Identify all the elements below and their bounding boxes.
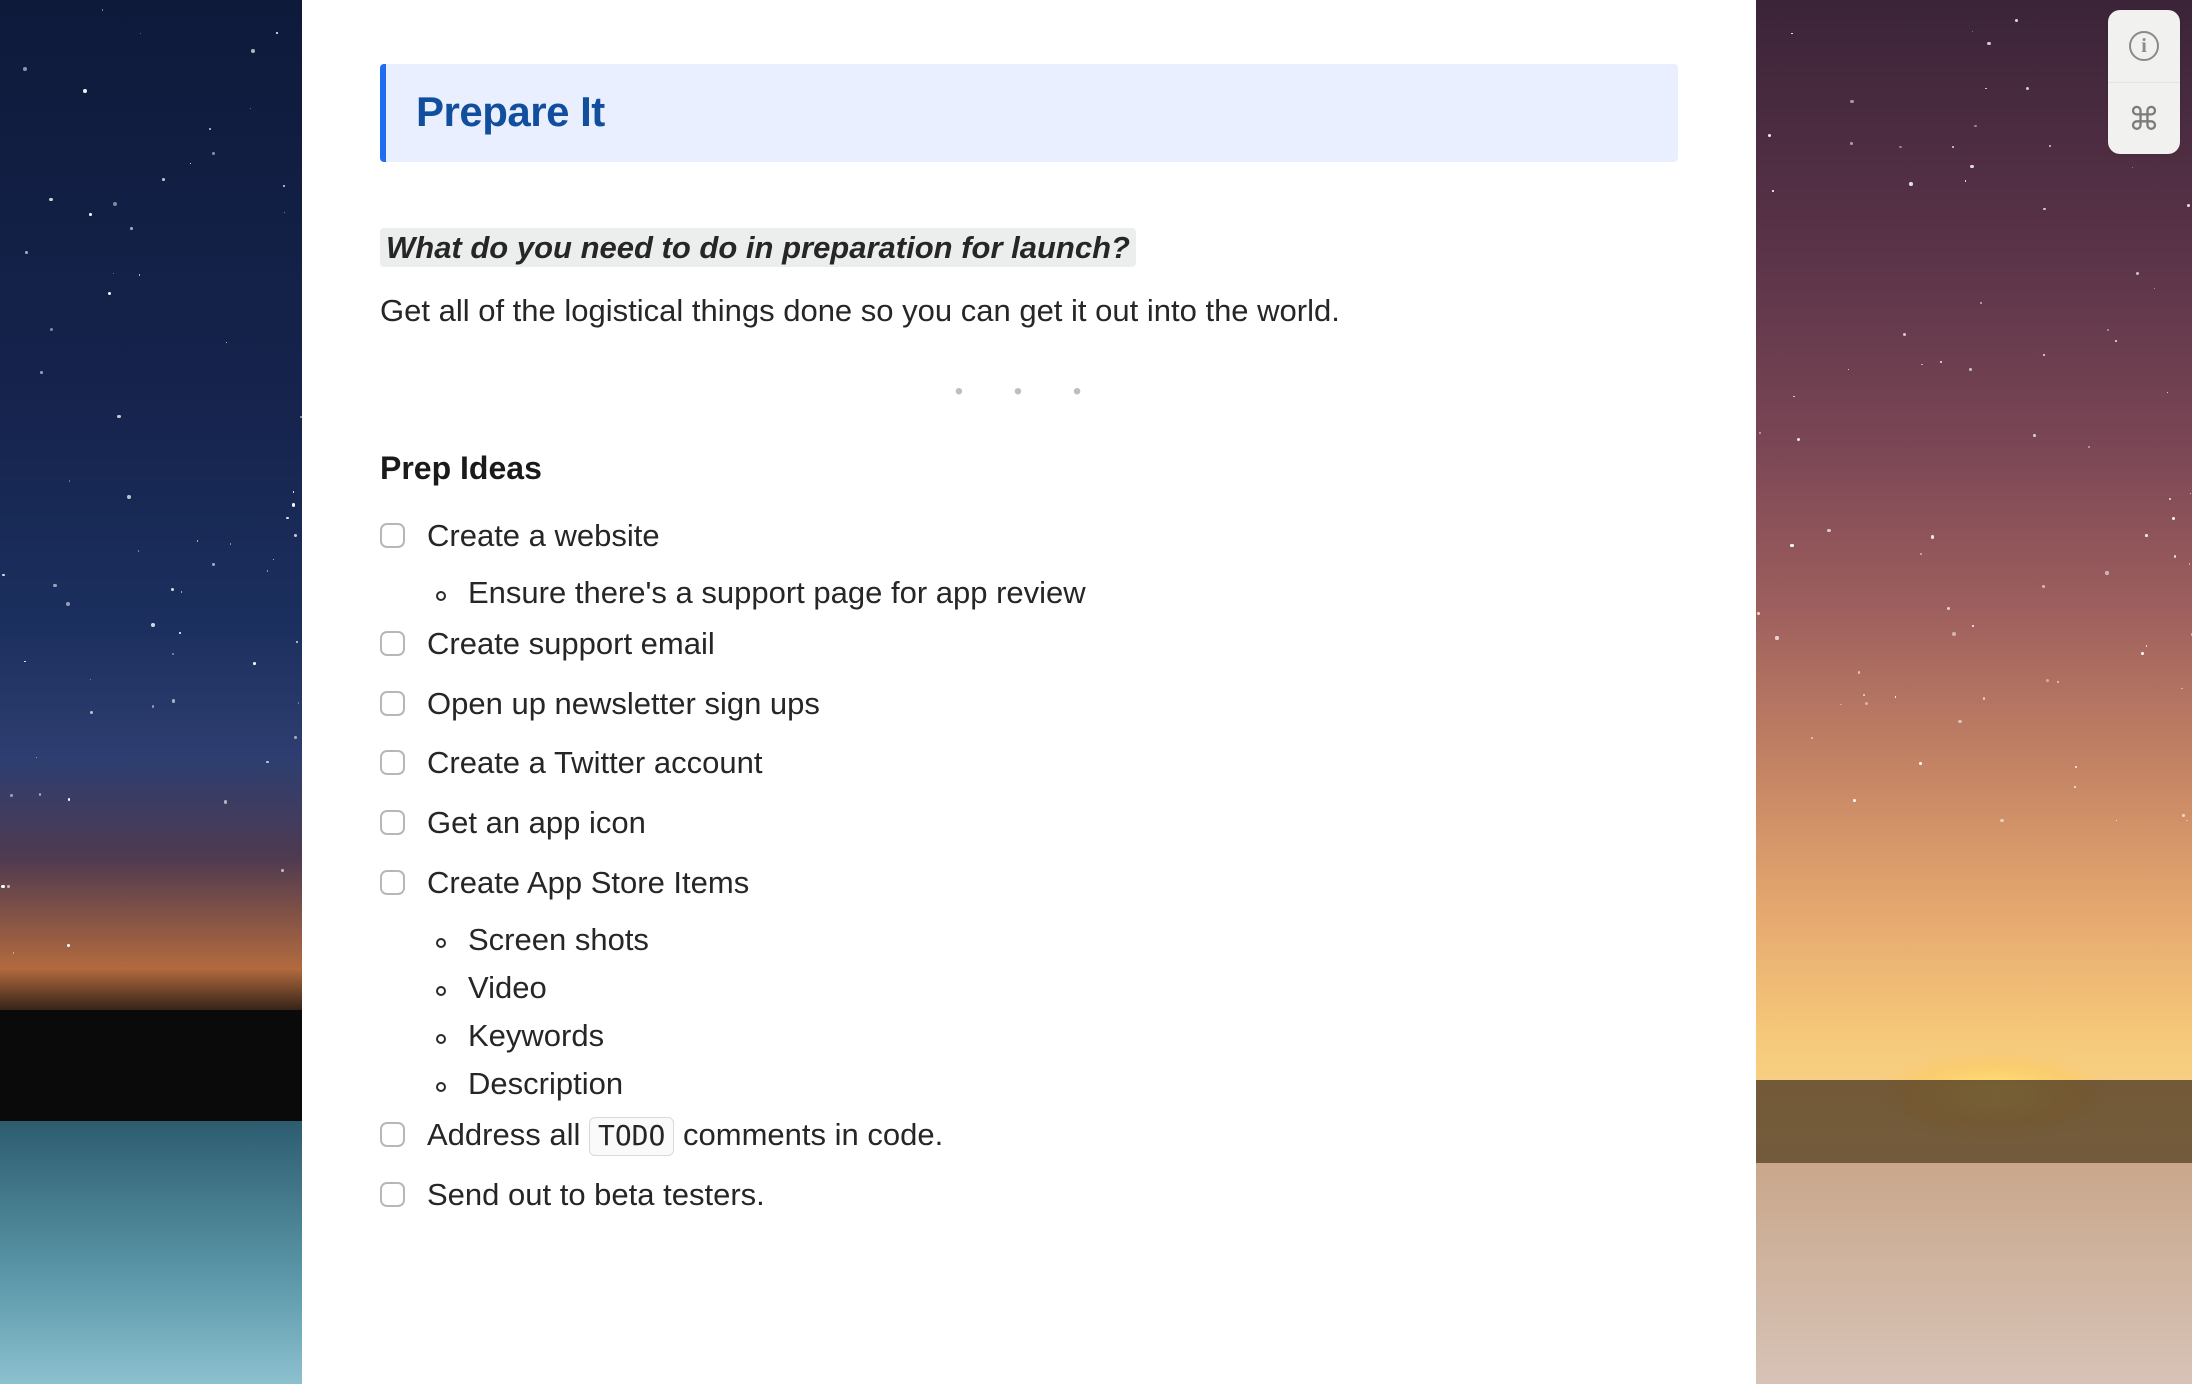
callout-block[interactable]: Prepare It <box>380 64 1678 162</box>
info-icon: i <box>2129 31 2159 61</box>
divider-dots: • • • <box>380 378 1678 406</box>
checklist: Create a website Ensure there's a suppor… <box>380 515 1678 1216</box>
command-icon: ⌘ <box>2128 100 2160 138</box>
sub-label: Keywords <box>468 1018 604 1054</box>
check-label: Create a Twitter account <box>427 742 762 784</box>
sub-label: Description <box>468 1066 623 1102</box>
document-page: Prepare It What do you need to do in pre… <box>302 0 1756 1384</box>
bullet-icon <box>436 938 446 948</box>
checkbox-icon[interactable] <box>380 810 405 835</box>
check-item[interactable]: Open up newsletter sign ups <box>380 683 1678 725</box>
check-label: Address all TODO comments in code. <box>427 1114 943 1156</box>
checkbox-icon[interactable] <box>380 1182 405 1207</box>
check-item[interactable]: Get an app icon <box>380 802 1678 844</box>
checkbox-icon[interactable] <box>380 750 405 775</box>
check-label: Create App Store Items <box>427 862 749 904</box>
sub-item[interactable]: Video <box>436 970 1678 1006</box>
checkbox-icon[interactable] <box>380 631 405 656</box>
callout-title: Prepare It <box>416 88 1648 136</box>
command-button[interactable]: ⌘ <box>2108 82 2180 154</box>
check-item[interactable]: Address all TODO comments in code. <box>380 1114 1678 1156</box>
bullet-icon <box>436 1082 446 1092</box>
sub-label: Screen shots <box>468 922 649 958</box>
sub-label: Video <box>468 970 547 1006</box>
check-item[interactable]: Create App Store Items <box>380 862 1678 904</box>
code-chip: TODO <box>589 1117 674 1156</box>
sub-item[interactable]: Screen shots <box>436 922 1678 958</box>
bullet-icon <box>436 1034 446 1044</box>
sub-item[interactable]: Keywords <box>436 1018 1678 1054</box>
subtitle-text[interactable]: Get all of the logistical things done so… <box>380 290 1678 332</box>
sub-item[interactable]: Ensure there's a support page for app re… <box>436 575 1678 611</box>
check-item[interactable]: Create support email <box>380 623 1678 665</box>
sub-label: Ensure there's a support page for app re… <box>468 575 1086 611</box>
check-label: Get an app icon <box>427 802 646 844</box>
sublist: Screen shots Video Keywords Description <box>436 922 1678 1102</box>
label-pre: Address all <box>427 1117 589 1152</box>
checkbox-icon[interactable] <box>380 523 405 548</box>
sublist: Ensure there's a support page for app re… <box>436 575 1678 611</box>
check-label: Create a website <box>427 515 660 557</box>
sub-item[interactable]: Description <box>436 1066 1678 1102</box>
section-title[interactable]: Prep Ideas <box>380 450 1678 487</box>
checkbox-icon[interactable] <box>380 870 405 895</box>
bullet-icon <box>436 986 446 996</box>
checkbox-icon[interactable] <box>380 1122 405 1147</box>
info-button[interactable]: i <box>2108 10 2180 82</box>
bullet-icon <box>436 591 446 601</box>
question-text[interactable]: What do you need to do in preparation fo… <box>380 228 1136 267</box>
check-label: Create support email <box>427 623 715 665</box>
check-label: Open up newsletter sign ups <box>427 683 820 725</box>
check-item[interactable]: Create a Twitter account <box>380 742 1678 784</box>
label-post: comments in code. <box>674 1117 943 1152</box>
checkbox-icon[interactable] <box>380 691 405 716</box>
check-label: Send out to beta testers. <box>427 1174 765 1216</box>
floating-toolbar: i ⌘ <box>2108 10 2180 154</box>
check-item[interactable]: Send out to beta testers. <box>380 1174 1678 1216</box>
check-item[interactable]: Create a website <box>380 515 1678 557</box>
